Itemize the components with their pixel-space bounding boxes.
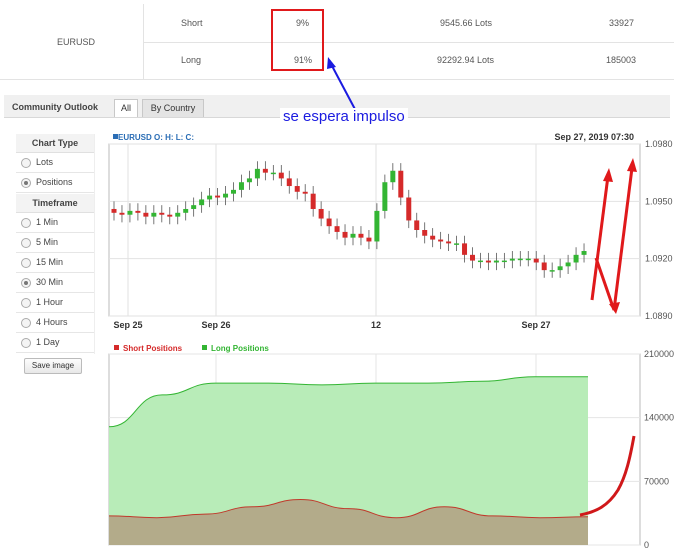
drawn-arrows: [579, 158, 637, 517]
arrow-up-2-head: [627, 158, 637, 172]
arrow-up-2-line: [612, 167, 634, 311]
arrow-down-line: [594, 257, 616, 311]
projected-short-curve: [579, 435, 636, 517]
arrow-up-1-head: [603, 168, 613, 182]
